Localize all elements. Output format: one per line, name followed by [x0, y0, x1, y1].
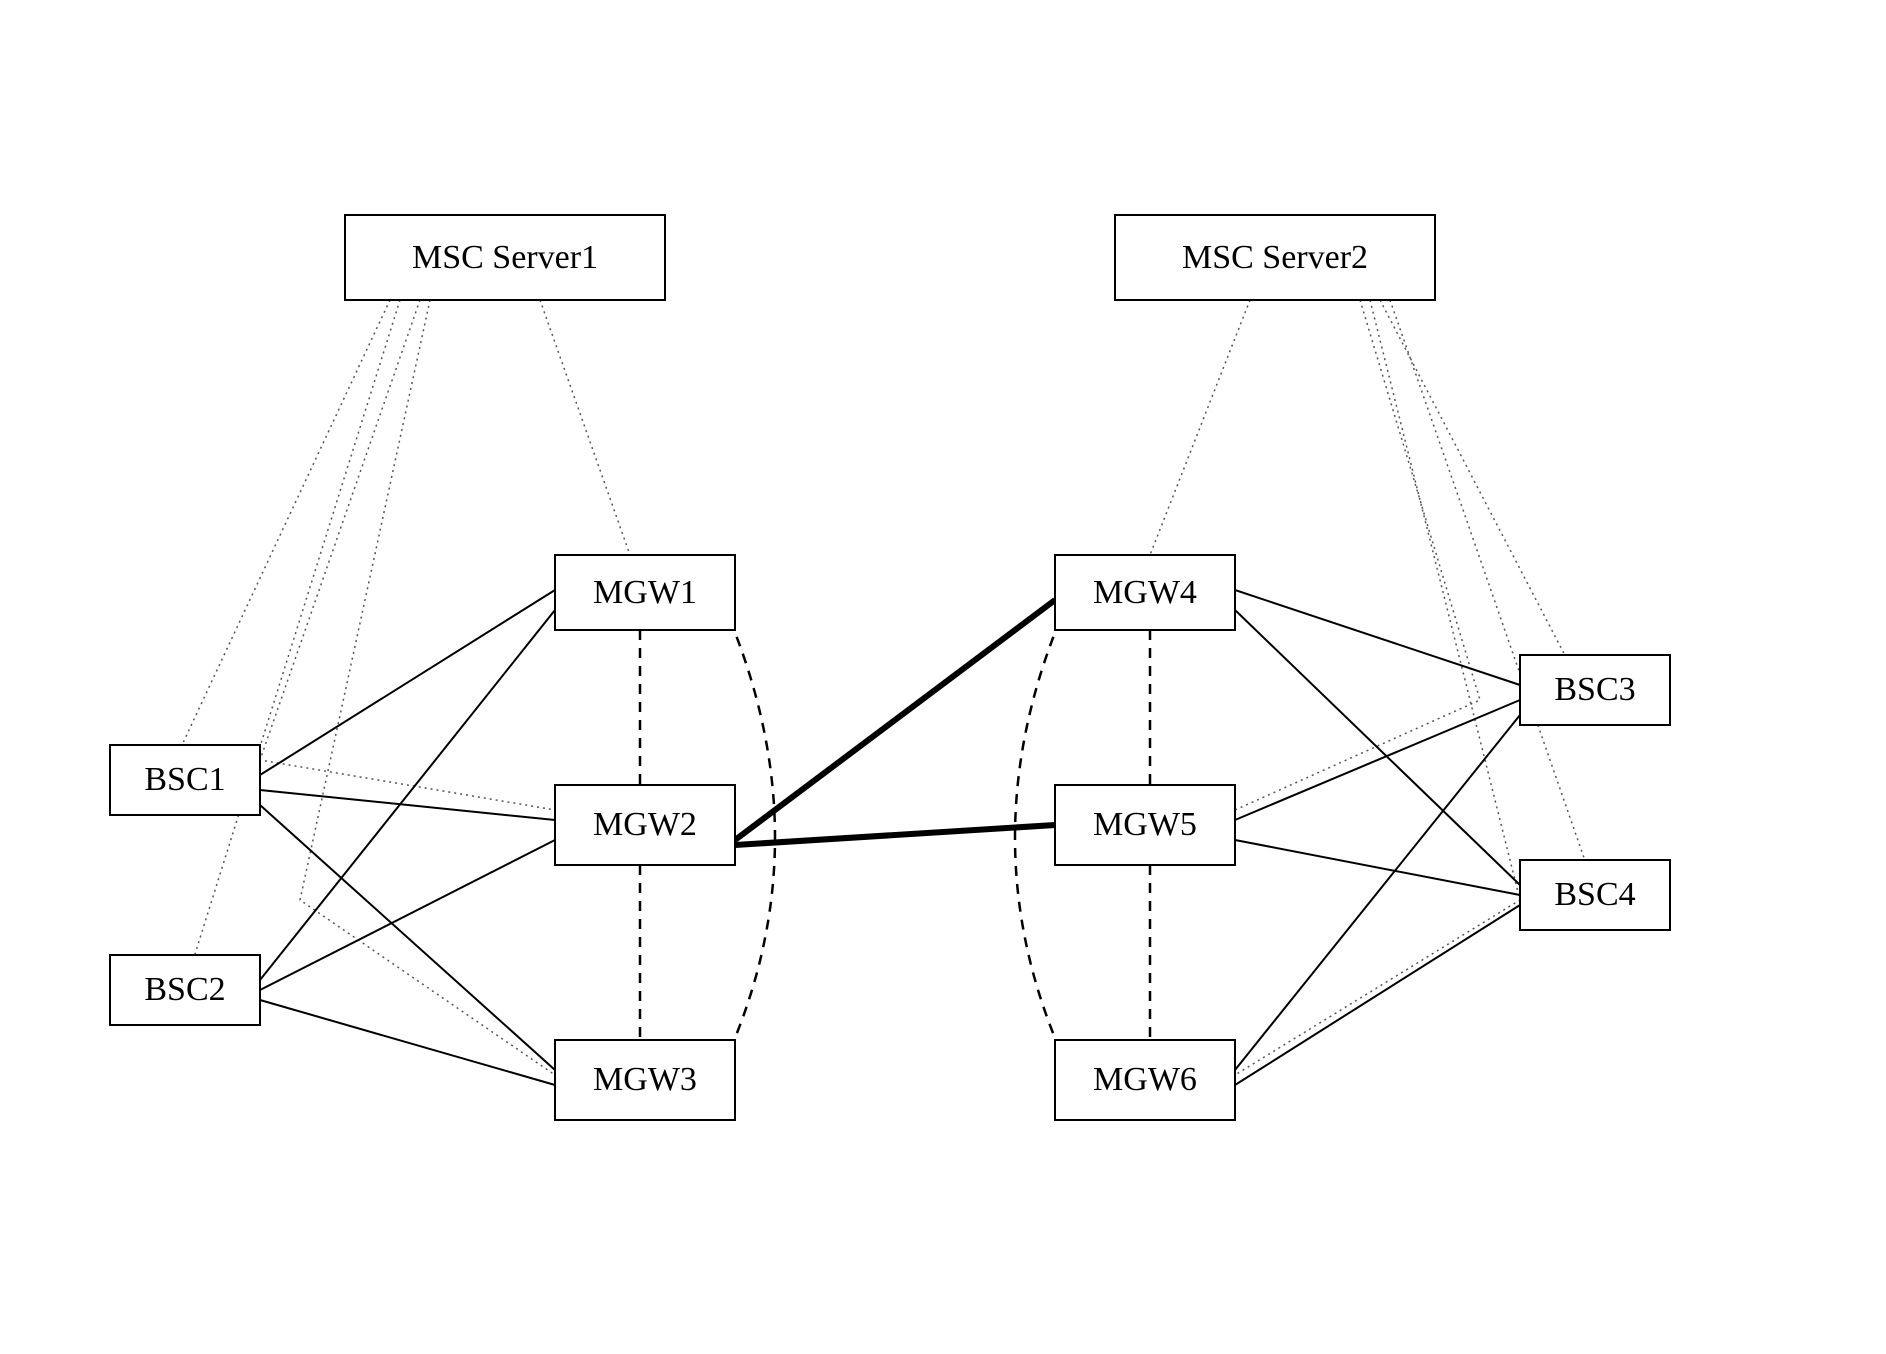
node-bsc2: BSC2 [110, 955, 260, 1025]
edge-msc1-mgw1 [540, 300, 630, 555]
edge-bsc1-mgw3 [260, 805, 555, 1070]
edge-msc1-mgw3 [300, 300, 555, 1075]
node-bsc3: BSC3 [1520, 655, 1670, 725]
node-mgw2: MGW2 [555, 785, 735, 865]
label-bsc1: BSC1 [144, 761, 225, 798]
edge-bsc4-mgw4 [1235, 610, 1520, 885]
edge-msc2-mgw5 [1235, 300, 1480, 810]
label-bsc4: BSC4 [1554, 876, 1635, 913]
label-msc2: MSC Server2 [1182, 239, 1368, 276]
label-bsc3: BSC3 [1554, 671, 1635, 708]
label-mgw5: MGW5 [1093, 806, 1197, 843]
label-mgw4: MGW4 [1093, 574, 1197, 611]
node-msc-server2: MSC Server2 [1115, 215, 1435, 300]
edge-bsc2-mgw2 [260, 840, 555, 990]
edge-bsc1-mgw1 [260, 590, 555, 775]
edge-mgw4-mgw6-curve [1015, 620, 1060, 1050]
edge-msc1-bsc2 [190, 300, 400, 970]
label-mgw1: MGW1 [593, 574, 697, 611]
node-bsc4: BSC4 [1520, 860, 1670, 930]
edge-msc2-mgw4 [1150, 300, 1250, 555]
edge-msc2-bsc3 [1380, 300, 1570, 665]
node-bsc1: BSC1 [110, 745, 260, 815]
edge-bsc3-mgw6 [1235, 715, 1520, 1070]
edge-bsc3-mgw4 [1235, 590, 1520, 685]
label-bsc2: BSC2 [144, 971, 225, 1008]
node-mgw5: MGW5 [1055, 785, 1235, 865]
edge-mgw2-mgw4-bold [735, 600, 1055, 840]
edge-msc1-mgw2 [260, 300, 555, 810]
network-diagram: MSC Server1 MSC Server2 MGW1 MGW2 MGW3 M… [0, 0, 1886, 1354]
edge-bsc2-mgw3 [260, 1000, 555, 1085]
edge-mgw2-mgw5-bold [735, 825, 1055, 845]
edge-bsc4-mgw5 [1235, 840, 1520, 895]
edge-bsc3-mgw5 [1235, 700, 1520, 820]
edge-bsc4-mgw6 [1235, 905, 1520, 1085]
label-msc1: MSC Server1 [412, 239, 598, 276]
node-mgw4: MGW4 [1055, 555, 1235, 630]
node-mgw6: MGW6 [1055, 1040, 1235, 1120]
label-mgw2: MGW2 [593, 806, 697, 843]
label-mgw6: MGW6 [1093, 1061, 1197, 1098]
node-mgw1: MGW1 [555, 555, 735, 630]
edge-msc1-bsc1 [175, 300, 390, 760]
node-msc-server1: MSC Server1 [345, 215, 665, 300]
node-mgw3: MGW3 [555, 1040, 735, 1120]
edge-msc2-mgw6 [1235, 300, 1520, 1075]
label-mgw3: MGW3 [593, 1061, 697, 1098]
